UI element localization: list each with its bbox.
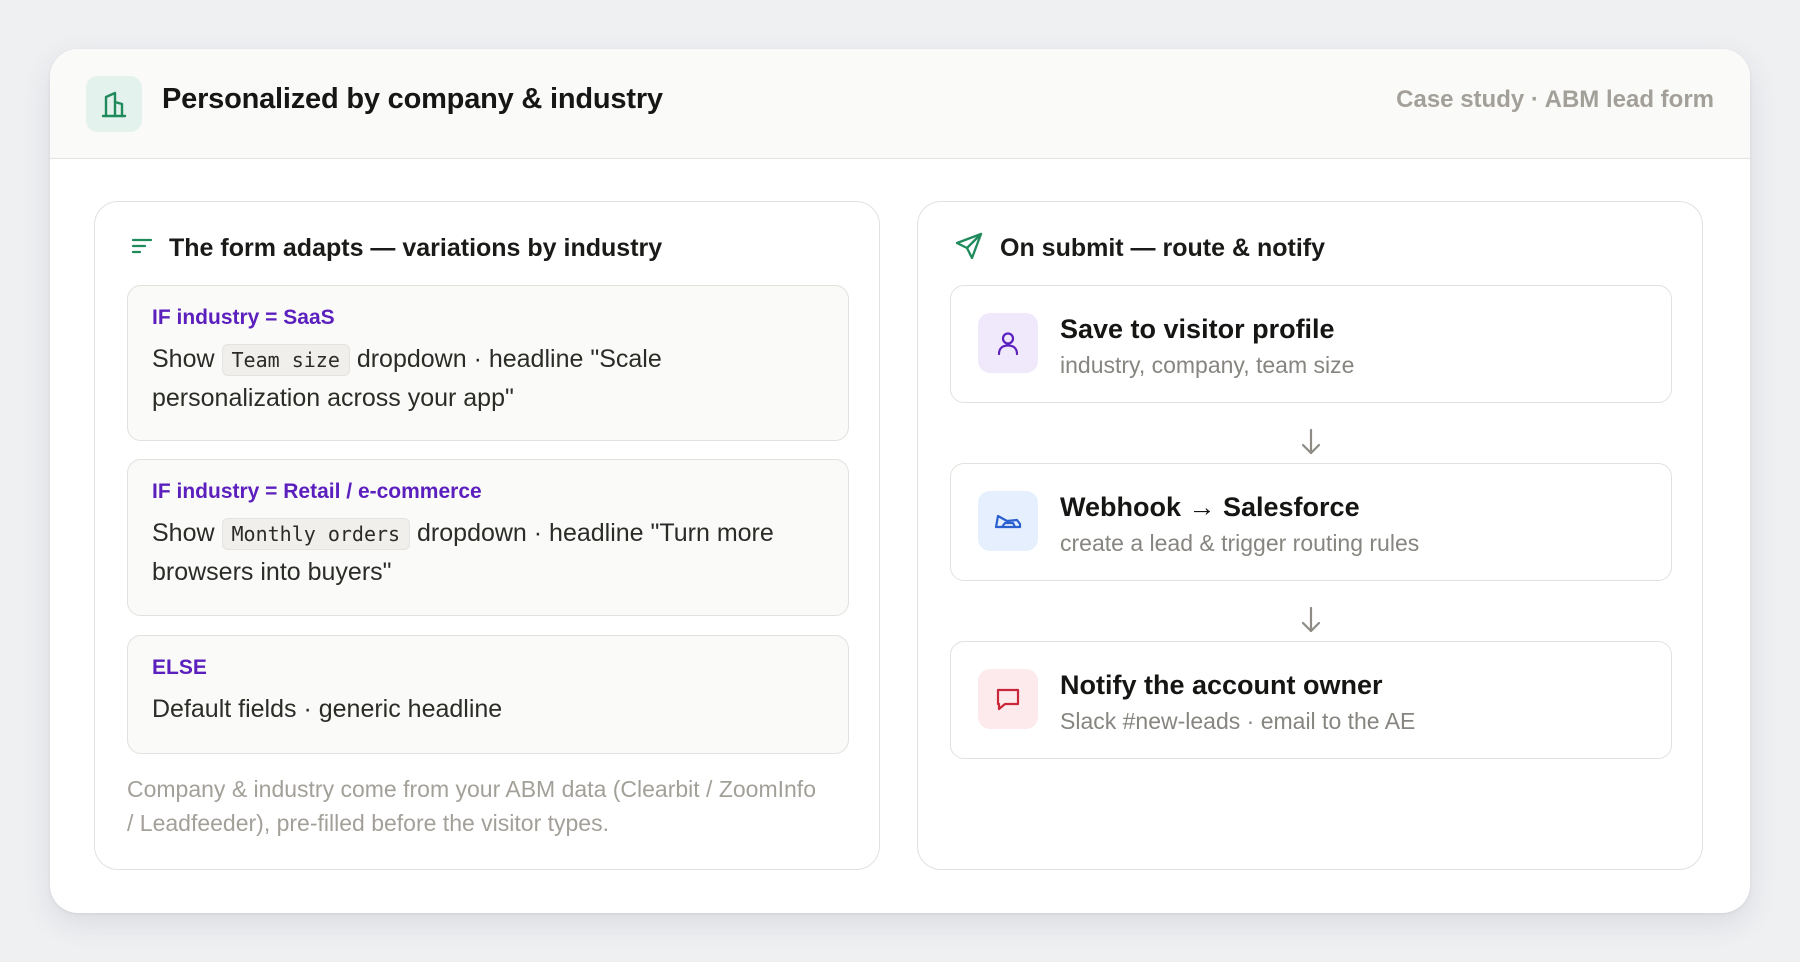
field-code-chip: Team size <box>221 344 350 376</box>
card-header: Personalized by company & industry Case … <box>50 49 1750 159</box>
cloud-icon <box>978 491 1038 551</box>
page-title: Personalized by company & industry <box>162 83 663 115</box>
step-save-profile: Save to visitor profile industry, compan… <box>950 285 1672 403</box>
case-study-label: Case study · ABM lead form <box>1396 86 1714 113</box>
rule-description: Show Monthly orders dropdown · headline … <box>152 514 824 591</box>
rule-card-retail: IF industry = Retail / e-commerce Show M… <box>127 459 849 616</box>
step-title: Webhook → Salesforce <box>1060 492 1360 522</box>
step-subtitle: create a lead & trigger routing rules <box>1060 530 1420 556</box>
rule-condition: IF industry = SaaS <box>152 306 335 329</box>
routing-panel: On submit — route & notify Save to visit… <box>917 201 1703 870</box>
step-title: Save to visitor profile <box>1060 314 1335 344</box>
field-code-chip: Monthly orders <box>221 518 411 550</box>
filter-lines-icon <box>131 236 153 261</box>
rule-description: Show Team size dropdown · headline "Scal… <box>152 340 824 417</box>
rule-card-saas: IF industry = SaaS Show Team size dropdo… <box>127 285 849 441</box>
rule-condition: ELSE <box>152 656 207 679</box>
case-study-card: Personalized by company & industry Case … <box>50 49 1750 913</box>
user-icon <box>978 313 1038 373</box>
arrow-down-icon <box>1299 605 1323 635</box>
step-subtitle: Slack #new-leads · email to the AE <box>1060 708 1416 734</box>
rule-description: Default fields · generic headline <box>152 695 503 723</box>
data-source-footnote: Company & industry come from your ABM da… <box>127 776 816 836</box>
variations-panel-title: The form adapts — variations by industry <box>169 233 663 262</box>
send-icon <box>954 231 984 266</box>
rule-card-else: ELSE Default fields · generic headline <box>127 635 849 754</box>
rule-prefix: Show <box>152 519 215 547</box>
message-icon <box>978 669 1038 729</box>
building-icon <box>86 76 142 132</box>
variations-panel: The form adapts — variations by industry… <box>94 201 880 870</box>
step-webhook-salesforce: Webhook → Salesforce create a lead & tri… <box>950 463 1672 581</box>
variations-panel-header: The form adapts — variations by industry <box>131 232 662 264</box>
routing-panel-title: On submit — route & notify <box>1000 233 1325 262</box>
routing-panel-header: On submit — route & notify <box>954 232 1325 264</box>
step-notify-owner: Notify the account owner Slack #new-lead… <box>950 641 1672 759</box>
step-subtitle: industry, company, team size <box>1060 352 1355 378</box>
step-title: Notify the account owner <box>1060 670 1383 700</box>
rule-prefix: Show <box>152 345 215 373</box>
rule-condition: IF industry = Retail / e-commerce <box>152 480 482 503</box>
arrow-down-icon <box>1299 427 1323 457</box>
